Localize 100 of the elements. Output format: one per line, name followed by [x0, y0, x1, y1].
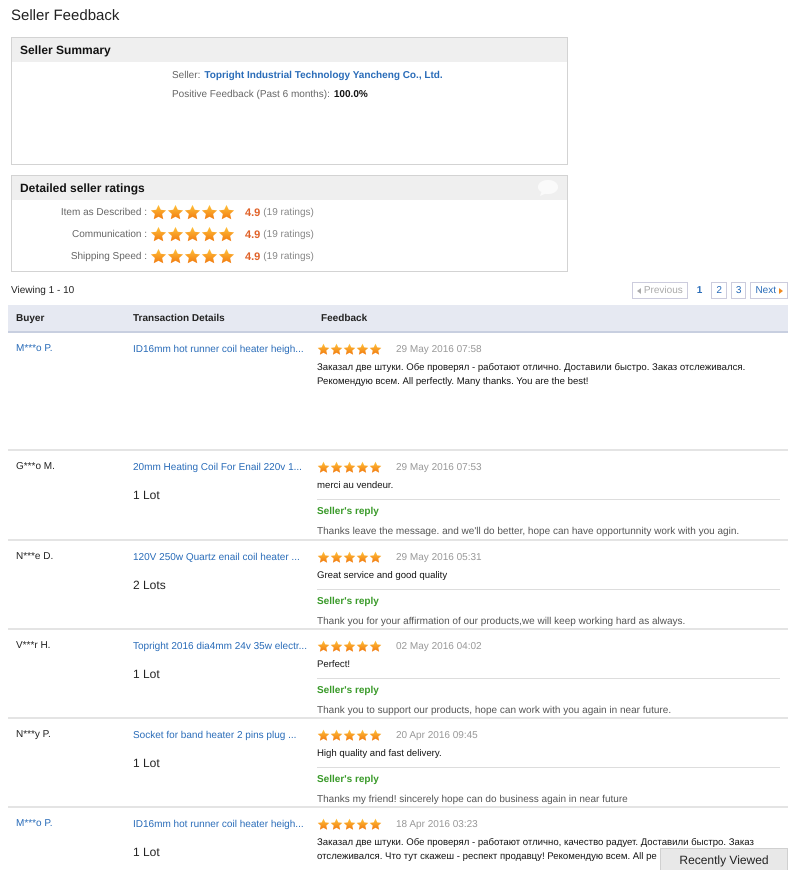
star-icon	[369, 818, 382, 831]
buyer-name: N***e D.	[15, 551, 54, 562]
page-title: Seller Feedback	[10, 6, 120, 26]
product-link[interactable]: ID16mm hot runner coil heater heigh...	[133, 343, 304, 356]
buyer-name: N***y P.	[15, 729, 52, 740]
feedback-date: 02 May 2016 04:02	[396, 641, 482, 652]
feedback-text: merci au vendeur.	[317, 479, 394, 493]
quantity: 2 Lots	[133, 578, 166, 592]
field-label: Seller:	[172, 70, 200, 81]
star-icon	[330, 729, 343, 742]
star-icon	[356, 729, 369, 742]
star-icon	[356, 461, 369, 474]
product-link[interactable]: Socket for band heater 2 pins plug ...	[133, 729, 296, 742]
star-icon	[330, 343, 343, 356]
star-icon	[201, 204, 218, 221]
buyer-link[interactable]: M***o P.	[8, 818, 125, 829]
feedback-date: 29 May 2016 07:58	[396, 344, 482, 355]
star-icon	[369, 551, 382, 564]
column-header: Feedback	[320, 312, 368, 324]
star-icon	[201, 248, 218, 265]
star-icon	[356, 551, 369, 564]
star-icon	[317, 343, 330, 356]
star-icon	[218, 204, 235, 221]
page-button[interactable]: 2	[711, 282, 727, 299]
reply-label: Seller's reply	[317, 506, 380, 518]
star-icon	[218, 226, 235, 243]
quantity: 1 Lot	[133, 845, 160, 859]
product-link[interactable]: 120V 250w Quartz enail coil heater ...	[133, 551, 300, 564]
buyer-name: G***o M.	[15, 461, 56, 472]
reply-text: Thank you to support our products, hope can work with you again in near future.	[317, 705, 672, 716]
feedback-text: Perfect!	[317, 658, 352, 672]
rating-count: (19 ratings)	[263, 229, 314, 240]
field-label: Positive Feedback (Past 6 months):	[172, 89, 330, 100]
star-icon	[369, 343, 382, 356]
star-icon	[330, 551, 343, 564]
star-icon	[218, 248, 235, 265]
star-icon	[150, 226, 167, 243]
feedback-text: отслеживался. Что тут скажеш - респект продавцу! Рекомендую всем. All pe	[317, 850, 657, 864]
star-icon	[356, 818, 369, 831]
star-icon	[343, 729, 356, 742]
reply-text: Thank you for your affirmation of our products,we will keep working hard as always.	[317, 616, 686, 628]
rating-count: (19 ratings)	[263, 251, 314, 262]
quantity: 1 Lot	[133, 488, 160, 502]
product-link[interactable]: 20mm Heating Coil For Enail 220v 1...	[133, 461, 302, 474]
star-icon	[356, 640, 369, 653]
rating-score: 4.9	[245, 228, 260, 240]
star-icon	[150, 204, 167, 221]
star-icon	[317, 461, 330, 474]
star-icon	[201, 226, 218, 243]
star-icon	[343, 640, 356, 653]
star-icon	[369, 461, 382, 474]
star-icon	[330, 640, 343, 653]
star-icon	[317, 818, 330, 831]
quantity: 1 Lot	[133, 667, 160, 681]
star-icon	[184, 204, 201, 221]
feedback-date: 18 Apr 2016 03:23	[396, 819, 478, 830]
star-icon	[343, 461, 356, 474]
reply-label: Seller's reply	[317, 774, 380, 786]
star-icon	[369, 640, 382, 653]
left-triangle-icon	[636, 288, 641, 294]
star-icon	[343, 343, 356, 356]
product-link[interactable]: Topright 2016 dia4mm 24v 35w electr...	[133, 640, 307, 653]
star-icon	[343, 551, 356, 564]
positive-feedback-value: 100.0%	[334, 89, 368, 100]
star-icon	[356, 343, 369, 356]
recently-viewed-tab[interactable]: Recently Viewed	[660, 848, 788, 870]
column-header: Buyer	[15, 312, 46, 324]
page-button[interactable]: 3	[730, 282, 746, 299]
star-icon	[369, 729, 382, 742]
rating-score: 4.9	[245, 250, 260, 262]
star-icon	[330, 818, 343, 831]
star-icon	[317, 551, 330, 564]
reply-text: Thanks leave the message. and we'll do better, hope can have opportunnity work with you agin.	[317, 526, 740, 538]
feedback-text: High quality and fast delivery.	[317, 747, 443, 761]
star-icon	[330, 461, 343, 474]
feedback-date: 20 Apr 2016 09:45	[396, 730, 478, 741]
feedback-date: 29 May 2016 05:31	[396, 552, 482, 563]
star-icon	[150, 248, 167, 265]
star-icon	[317, 729, 330, 742]
seller-link[interactable]: Topright Industrial Technology Yancheng Co., Ltd.	[204, 70, 443, 81]
star-icon	[317, 640, 330, 653]
next-button[interactable]: Next	[750, 282, 788, 299]
reply-label: Seller's reply	[317, 685, 380, 696]
viewing-range: Viewing 1 - 10	[11, 285, 74, 296]
panel-title: Detailed seller ratings	[20, 181, 145, 195]
star-icon	[343, 818, 356, 831]
rating-count: (19 ratings)	[263, 207, 314, 218]
feedback-text: Заказал две штуки. Обе проверял - работают отлично, качество радует. Доставили быстро. Заказ	[317, 836, 755, 850]
feedback-text: Great service and good quality	[317, 569, 448, 583]
rating-score: 4.9	[245, 206, 260, 218]
star-icon	[184, 248, 201, 265]
rating-label: Communication :	[70, 229, 147, 240]
star-icon	[167, 248, 184, 265]
star-icon	[167, 226, 184, 243]
buyer-link[interactable]: M***o P.	[8, 343, 125, 354]
product-link[interactable]: ID16mm hot runner coil heater heigh...	[133, 818, 304, 831]
column-header: Transaction Details	[132, 312, 226, 324]
star-icon	[167, 204, 184, 221]
rating-label: Shipping Speed :	[70, 251, 147, 262]
feedback-text: Заказал две штуки. Обе проверял - работают отлично. Доставили быстро. Заказ отслеживался. Рекомендую всем. All perfectly. Many thanks. You are the best!	[317, 361, 746, 390]
